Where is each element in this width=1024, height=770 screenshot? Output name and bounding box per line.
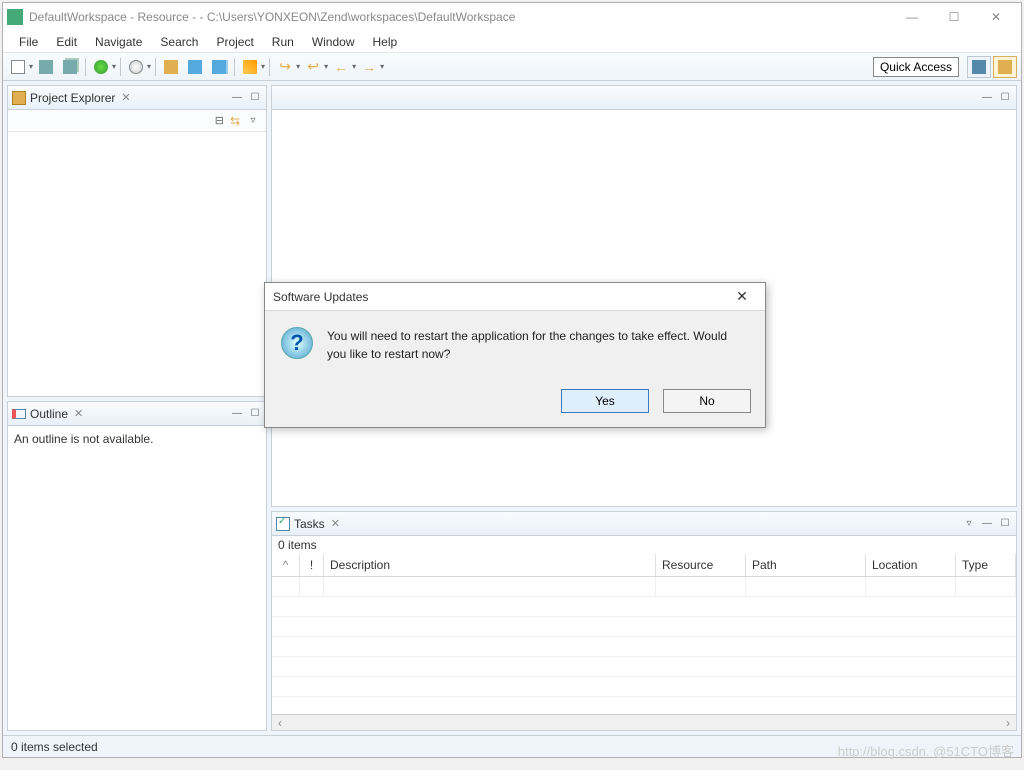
col-description[interactable]: Description (324, 554, 656, 576)
minimize-view-icon[interactable]: — (980, 517, 994, 531)
tasks-title: Tasks (294, 517, 325, 531)
new-dropdown-icon[interactable]: ▾ (29, 62, 33, 71)
outline-body: An outline is not available. (8, 426, 266, 730)
maximize-button[interactable]: ☐ (933, 5, 975, 29)
table-row (272, 577, 1016, 597)
no-button[interactable]: No (663, 389, 751, 413)
dialog-message: You will need to restart the application… (327, 327, 749, 363)
outline-title: Outline (30, 407, 68, 421)
outline-icon (12, 409, 26, 419)
search-dropdown-icon[interactable]: ▾ (147, 62, 151, 71)
menu-run[interactable]: Run (264, 33, 302, 51)
minimize-view-icon[interactable]: — (230, 91, 244, 105)
maximize-view-icon[interactable]: ☐ (248, 91, 262, 105)
minimize-view-icon[interactable]: — (980, 91, 994, 105)
project-explorer-close-icon[interactable]: ✕ (121, 91, 130, 104)
search-button[interactable] (125, 56, 147, 78)
col-priority[interactable]: ! (300, 554, 324, 576)
sort-column-icon[interactable]: ^ (272, 554, 300, 576)
minimize-button[interactable]: — (891, 5, 933, 29)
yes-button[interactable]: Yes (561, 389, 649, 413)
dialog-title: Software Updates (273, 290, 727, 304)
debug-button[interactable] (90, 56, 112, 78)
view-menu-icon[interactable]: ▿ (246, 114, 260, 128)
toolbar-separator (155, 58, 156, 76)
status-text: 0 items selected (11, 740, 98, 754)
back-button[interactable]: ← (330, 56, 352, 78)
collapse-all-icon[interactable]: ⊟ (215, 114, 224, 127)
menu-help[interactable]: Help (365, 33, 406, 51)
menu-edit[interactable]: Edit (48, 33, 85, 51)
question-icon: ? (281, 327, 313, 359)
toolbar-separator (234, 58, 235, 76)
forward-dropdown-icon[interactable]: ▾ (380, 62, 384, 71)
table-row (272, 677, 1016, 697)
project-explorer-icon (12, 91, 26, 105)
app-icon (7, 9, 23, 25)
view-menu-icon[interactable]: ▿ (962, 517, 976, 531)
menu-project[interactable]: Project (208, 33, 261, 51)
dialog-close-icon[interactable]: ✕ (727, 288, 757, 305)
wizard-dropdown-icon[interactable]: ▾ (261, 62, 265, 71)
maximize-view-icon[interactable]: ☐ (998, 517, 1012, 531)
toolbar-separator (120, 58, 121, 76)
navigate-stack-button[interactable] (208, 56, 230, 78)
prev-edit-dropdown-icon[interactable]: ▾ (324, 62, 328, 71)
scroll-left-icon[interactable]: ‹ (272, 716, 288, 730)
horizontal-scrollbar[interactable]: ‹ › (272, 714, 1016, 730)
navigate-button[interactable] (184, 56, 206, 78)
save-all-button[interactable] (59, 56, 81, 78)
debug-dropdown-icon[interactable]: ▾ (112, 62, 116, 71)
back-dropdown-icon[interactable]: ▾ (352, 62, 356, 71)
col-location[interactable]: Location (866, 554, 956, 576)
table-row (272, 637, 1016, 657)
table-row (272, 657, 1016, 677)
open-perspective-button[interactable] (967, 56, 991, 78)
menu-search[interactable]: Search (152, 33, 206, 51)
prev-edit-button[interactable]: ↩ (302, 56, 324, 78)
next-edit-button[interactable]: ↪ (274, 56, 296, 78)
window-title: DefaultWorkspace - Resource - - C:\Users… (29, 10, 891, 24)
titlebar: DefaultWorkspace - Resource - - C:\Users… (3, 3, 1021, 31)
software-updates-dialog: Software Updates ✕ ? You will need to re… (264, 282, 766, 428)
scroll-right-icon[interactable]: › (1000, 716, 1016, 730)
toolbar-separator (269, 58, 270, 76)
main-toolbar: ▾ ▾ ▾ ▾ ↪▾ ↩▾ ←▾ →▾ Quick Access (3, 53, 1021, 81)
outline-close-icon[interactable]: ✕ (74, 407, 83, 420)
tasks-view: Tasks ✕ ▿ — ☐ 0 items ^ ! Description Re… (271, 511, 1017, 731)
menu-navigate[interactable]: Navigate (87, 33, 150, 51)
tasks-table[interactable]: ^ ! Description Resource Path Location T… (272, 554, 1016, 714)
menu-window[interactable]: Window (304, 33, 363, 51)
maximize-view-icon[interactable]: ☐ (998, 91, 1012, 105)
menu-file[interactable]: File (11, 33, 46, 51)
tasks-count: 0 items (272, 536, 1016, 554)
col-resource[interactable]: Resource (656, 554, 746, 576)
wizard-button[interactable] (239, 56, 261, 78)
tasks-icon (276, 517, 290, 531)
menubar: File Edit Navigate Search Project Run Wi… (3, 31, 1021, 53)
statusbar: 0 items selected (3, 735, 1021, 757)
quick-access-button[interactable]: Quick Access (873, 57, 959, 77)
project-explorer-view: Project Explorer ✕ — ☐ ⊟ ⇆ ▿ (7, 85, 267, 397)
save-button[interactable] (35, 56, 57, 78)
col-type[interactable]: Type (956, 554, 1016, 576)
table-row (272, 617, 1016, 637)
new-button[interactable] (7, 56, 29, 78)
outline-view: Outline ✕ — ☐ An outline is not availabl… (7, 401, 267, 731)
project-explorer-body[interactable] (8, 132, 266, 396)
annotation-button[interactable] (160, 56, 182, 78)
col-path[interactable]: Path (746, 554, 866, 576)
maximize-view-icon[interactable]: ☐ (248, 407, 262, 421)
forward-button[interactable]: → (358, 56, 380, 78)
next-edit-dropdown-icon[interactable]: ▾ (296, 62, 300, 71)
resource-perspective-button[interactable] (993, 56, 1017, 78)
tasks-close-icon[interactable]: ✕ (331, 517, 340, 530)
table-row (272, 597, 1016, 617)
toolbar-separator (85, 58, 86, 76)
link-editor-icon[interactable]: ⇆ (230, 114, 240, 128)
close-button[interactable]: ✕ (975, 5, 1017, 29)
minimize-view-icon[interactable]: — (230, 407, 244, 421)
project-explorer-title: Project Explorer (30, 91, 115, 105)
